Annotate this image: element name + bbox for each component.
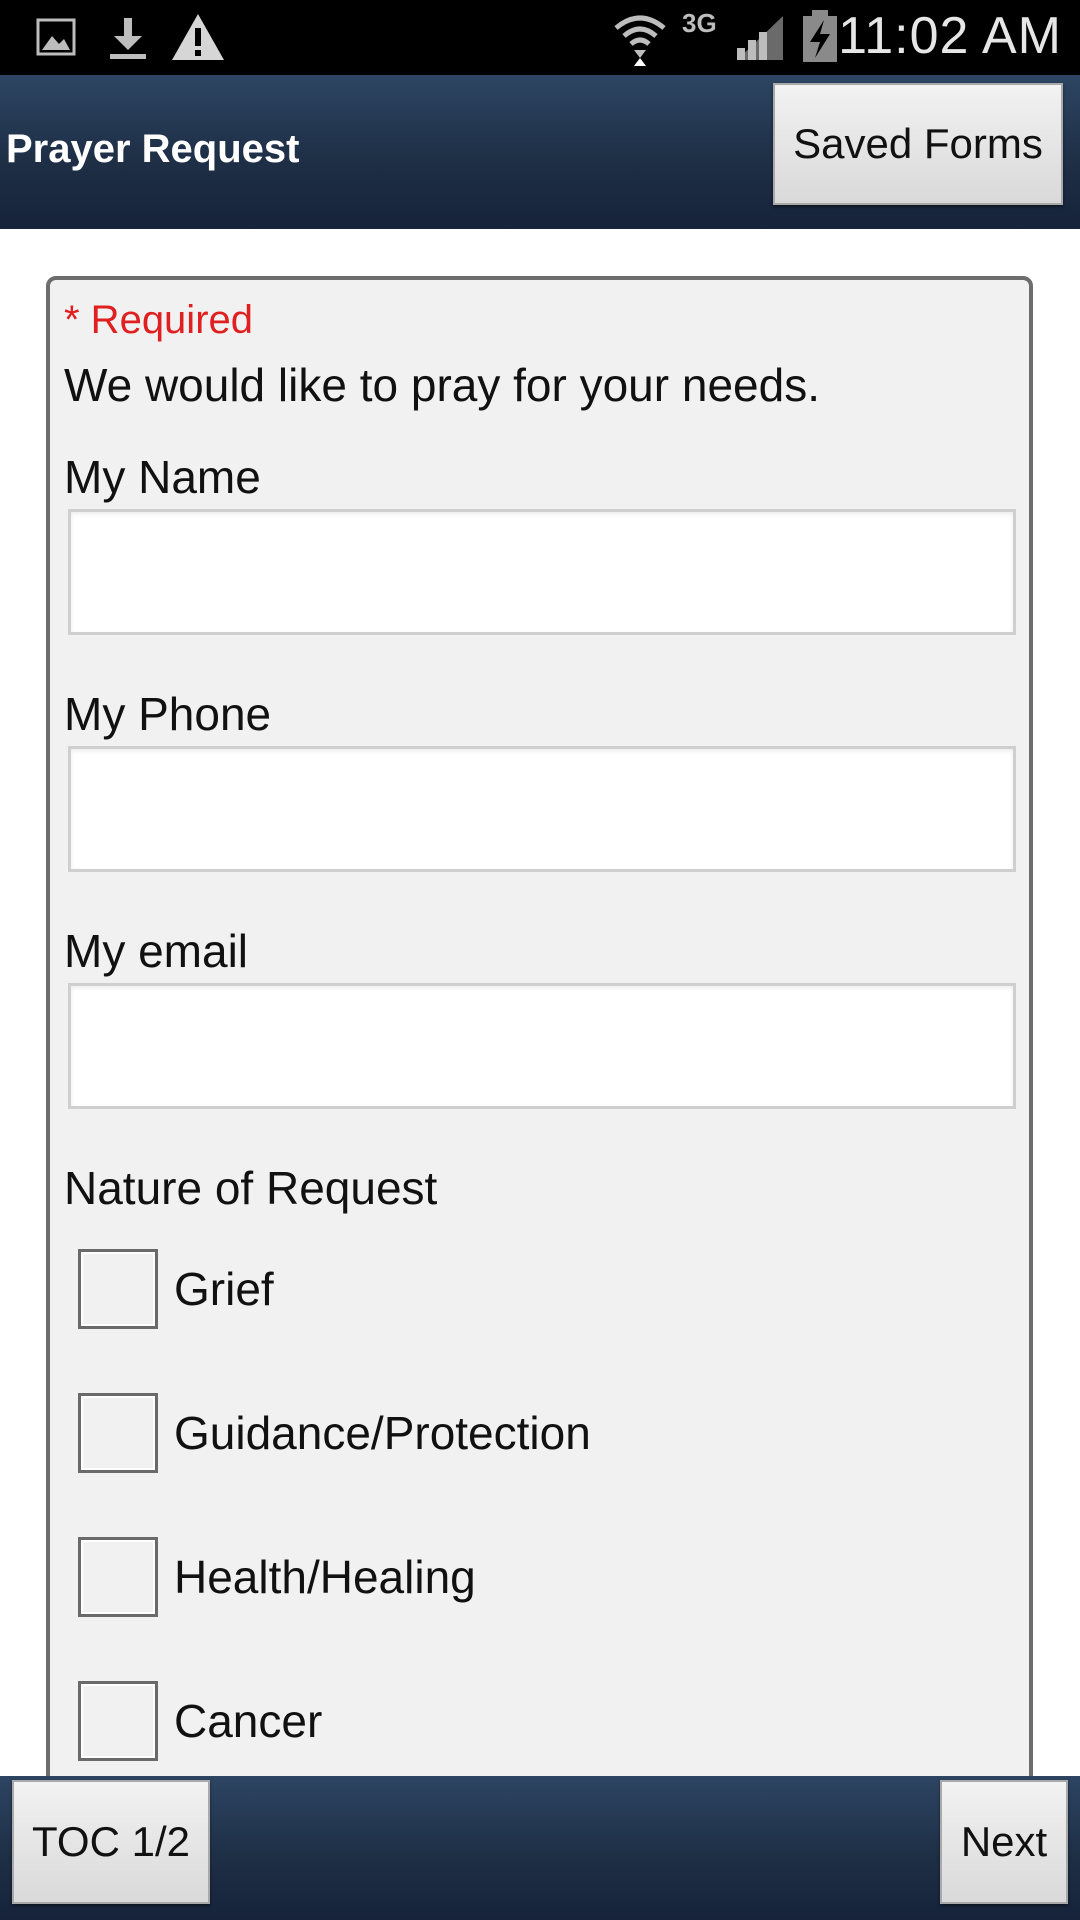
guidance-checkbox[interactable] xyxy=(78,1393,158,1473)
image-icon xyxy=(36,18,76,56)
grief-label: Grief xyxy=(174,1263,274,1315)
email-field[interactable] xyxy=(68,983,1016,1109)
phone-field[interactable] xyxy=(68,746,1016,872)
email-label: My email xyxy=(64,925,249,977)
screen: 3G 11:02 AM Prayer Request Saved Forms *… xyxy=(0,0,1080,1920)
form-card: * Required We would like to pray for you… xyxy=(46,276,1033,1920)
grief-checkbox[interactable] xyxy=(78,1249,158,1329)
option-guidance[interactable]: Guidance/Protection xyxy=(78,1390,591,1476)
clock: 11:02 AM xyxy=(838,7,1062,65)
guidance-label: Guidance/Protection xyxy=(174,1407,591,1459)
battery-charging-icon xyxy=(803,10,837,62)
saved-forms-button[interactable]: Saved Forms xyxy=(773,83,1063,205)
status-bar: 3G 11:02 AM xyxy=(0,0,1080,75)
download-icon xyxy=(110,18,146,59)
name-field[interactable] xyxy=(68,509,1016,635)
option-cancer[interactable]: Cancer xyxy=(78,1678,322,1764)
required-note: * Required xyxy=(64,298,254,342)
bottom-bar: TOC 1/2 Next xyxy=(0,1776,1080,1920)
request-type-label: Nature of Request xyxy=(64,1162,438,1214)
network-type-label: 3G xyxy=(682,8,717,38)
option-grief[interactable]: Grief xyxy=(78,1246,274,1332)
warning-icon xyxy=(172,14,224,60)
health-checkbox[interactable] xyxy=(78,1537,158,1617)
name-label: My Name xyxy=(64,451,261,503)
health-label: Health/Healing xyxy=(174,1551,476,1603)
page-title: Prayer Request xyxy=(6,127,300,171)
phone-label: My Phone xyxy=(64,688,272,740)
action-bar: Prayer Request Saved Forms xyxy=(0,75,1080,229)
signal-icon xyxy=(737,16,783,60)
cancer-label: Cancer xyxy=(174,1695,323,1747)
wifi-icon xyxy=(614,15,666,66)
cancer-checkbox[interactable] xyxy=(78,1681,158,1761)
form-intro: We would like to pray for your needs. xyxy=(64,359,820,411)
option-health[interactable]: Health/Healing xyxy=(78,1534,476,1620)
toc-button[interactable]: TOC 1/2 xyxy=(12,1780,210,1904)
next-button[interactable]: Next xyxy=(940,1780,1068,1904)
